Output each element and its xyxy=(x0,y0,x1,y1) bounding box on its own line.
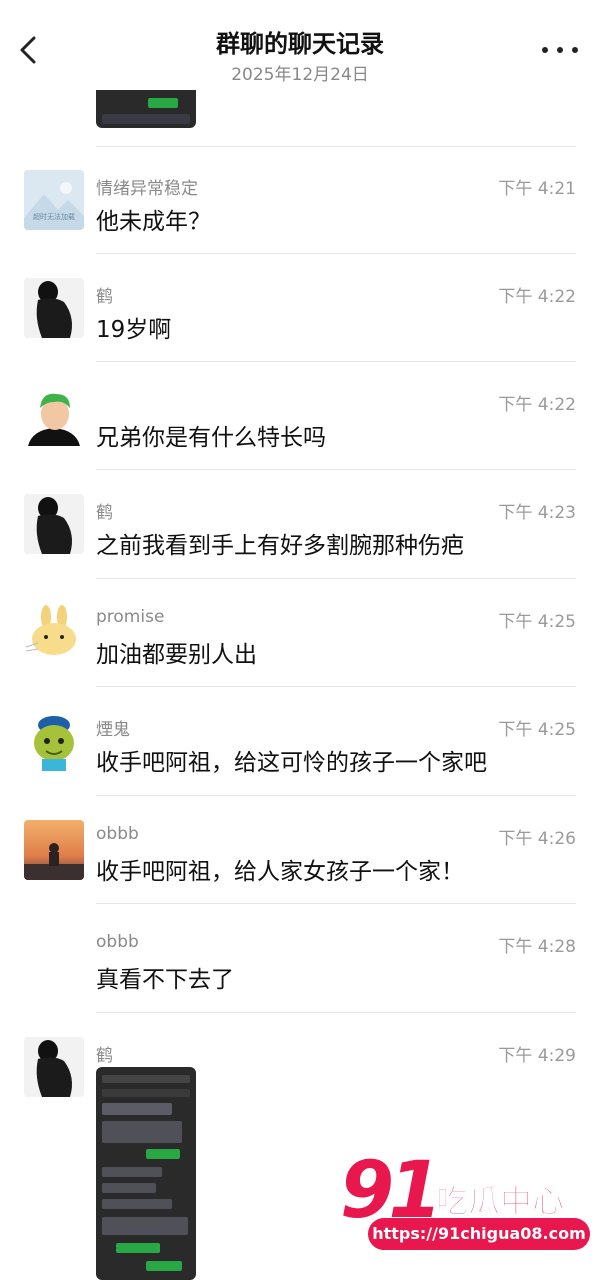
sender-name: 鹤 xyxy=(96,503,113,523)
sender-name: 鹤 xyxy=(96,287,113,307)
chat-screenshot-image[interactable] xyxy=(96,1067,196,1280)
message-time: 下午 4:25 xyxy=(498,720,576,740)
message-time: 下午 4:22 xyxy=(498,395,576,415)
page-date: 2025年12月24日 xyxy=(231,65,369,85)
message-time: 下午 4:29 xyxy=(498,1046,576,1066)
message-text: 之前我看到手上有好多割腕那种伤疤 xyxy=(96,533,464,559)
message-time: 下午 4:21 xyxy=(498,179,576,199)
message-text: 他未成年？ xyxy=(96,209,211,235)
sunset-person-avatar[interactable] xyxy=(24,820,84,880)
previous-image-message[interactable] xyxy=(96,84,196,128)
landscape-placeholder-avatar[interactable]: 超时无法加载 xyxy=(24,170,84,230)
top-bar: 群聊的聊天记录 2025年12月24日 xyxy=(0,0,600,90)
sender-name: 情绪异常稳定 xyxy=(96,179,198,199)
dark-figure-avatar[interactable] xyxy=(24,494,84,554)
dark-figure-avatar[interactable] xyxy=(24,278,84,338)
message-time: 下午 4:28 xyxy=(498,937,576,957)
sender-name: obbb xyxy=(96,824,139,844)
watermark-logo: 91 吃瓜中心 https://91chigua08.com xyxy=(340,1152,590,1262)
message-text: 收手吧阿祖，给人家女孩子一个家！ xyxy=(96,859,464,885)
message-time: 下午 4:23 xyxy=(498,503,576,523)
message-item[interactable]: promise 下午 4:25 加油都要别人出 xyxy=(0,579,600,687)
message-text: 兄弟你是有什么特长吗 xyxy=(96,425,326,451)
shrek-cartoon-avatar[interactable] xyxy=(24,711,84,771)
message-item[interactable]: obbb 下午 4:26 收手吧阿祖，给人家女孩子一个家！ xyxy=(0,796,600,904)
message-item[interactable]: 下午 4:22 兄弟你是有什么特长吗 xyxy=(0,362,600,470)
green-hair-anime-avatar[interactable] xyxy=(24,386,84,446)
message-item[interactable]: 超时无法加载 情绪异常稳定 下午 4:21 他未成年？ xyxy=(0,146,600,254)
page-title: 群聊的聊天记录 xyxy=(216,30,384,58)
message-text: 19岁啊 xyxy=(96,317,172,343)
cartoon-rabbit-avatar[interactable] xyxy=(24,603,84,663)
dark-figure-avatar[interactable] xyxy=(24,1037,84,1097)
message-text: 加油都要别人出 xyxy=(96,642,257,668)
sender-name: 煙鬼 xyxy=(96,720,130,740)
sender-name: obbb xyxy=(96,932,139,952)
message-text: 真看不下去了 xyxy=(96,967,234,993)
sender-name: promise xyxy=(96,607,165,627)
message-item[interactable]: 鹤 下午 4:22 19岁啊 xyxy=(0,254,600,362)
message-item[interactable]: obbb 下午 4:28 真看不下去了 xyxy=(0,904,600,1012)
watermark-name: 吃瓜中心 xyxy=(435,1182,565,1221)
watermark-url: https://91chigua08.com xyxy=(368,1218,590,1250)
more-options-icon[interactable] xyxy=(542,42,578,58)
sender-name: 鹤 xyxy=(96,1046,113,1066)
message-text: 收手吧阿祖，给这可怜的孩子一个家吧 xyxy=(96,750,487,776)
message-item[interactable]: 煙鬼 下午 4:25 收手吧阿祖，给这可怜的孩子一个家吧 xyxy=(0,687,600,795)
message-time: 下午 4:22 xyxy=(498,287,576,307)
message-time: 下午 4:25 xyxy=(498,612,576,632)
message-time: 下午 4:26 xyxy=(498,829,576,849)
avatar-caption: 超时无法加载 xyxy=(33,213,75,221)
message-item[interactable]: 鹤 下午 4:23 之前我看到手上有好多割腕那种伤疤 xyxy=(0,470,600,578)
